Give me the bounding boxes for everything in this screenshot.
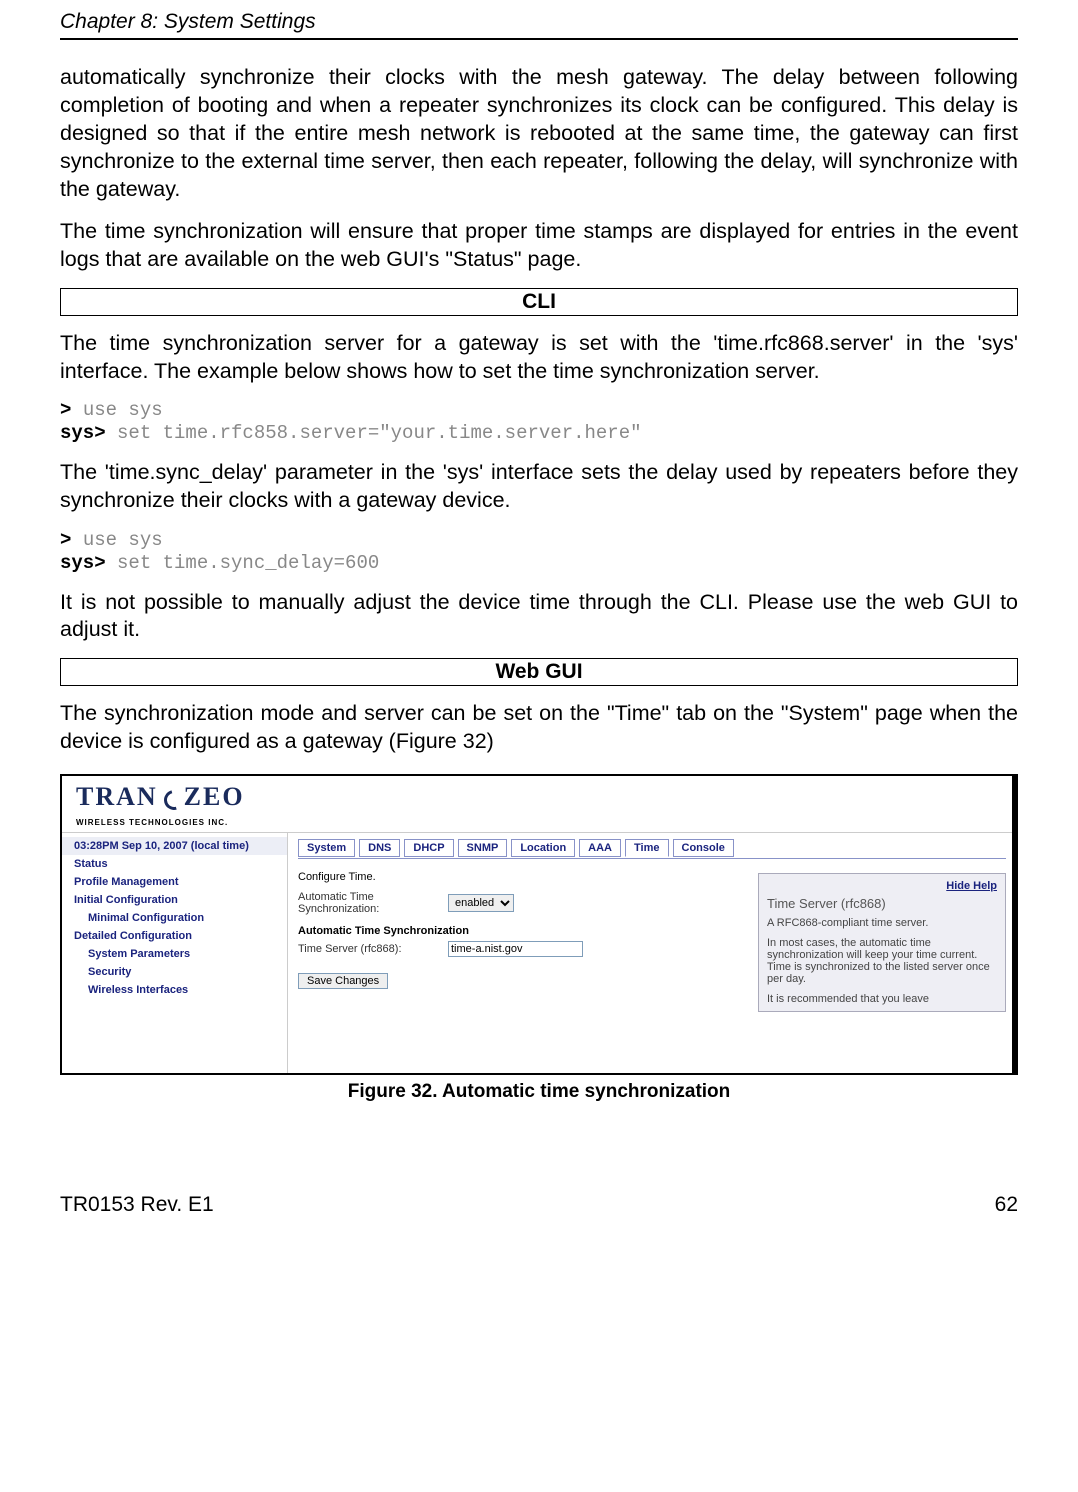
sidebar-item-profile-management[interactable]: Profile Management xyxy=(62,873,287,891)
chapter-heading: Chapter 8: System Settings xyxy=(60,10,1018,40)
sidebar-time: 03:28PM Sep 10, 2007 (local time) xyxy=(62,837,287,855)
help-line-3: It is recommended that you leave xyxy=(767,993,997,1005)
cli-block-1: > use sys sys> set time.rfc858.server="y… xyxy=(60,399,1018,445)
tab-console[interactable]: Console xyxy=(673,839,734,857)
cli-block-2: > use sys sys> set time.sync_delay=600 xyxy=(60,529,1018,575)
paragraph-2: The time synchronization will ensure tha… xyxy=(60,218,1018,274)
main-panel: System DNS DHCP SNMP Location AAA Time C… xyxy=(288,833,1016,1073)
hide-help-link[interactable]: Hide Help xyxy=(767,880,997,892)
paragraph-1: automatically synchronize their clocks w… xyxy=(60,64,1018,204)
help-panel: Hide Help Time Server (rfc868) A RFC868-… xyxy=(758,873,1006,1012)
auto-sync-label: Automatic Time Synchronization: xyxy=(298,891,448,915)
time-server-input[interactable] xyxy=(448,941,583,957)
figure-caption: Figure 32. Automatic time synchronizatio… xyxy=(60,1081,1018,1103)
logo-bar: TRANZEO WIRELESS TECHNOLOGIES INC. xyxy=(62,776,1016,833)
tab-time[interactable]: Time xyxy=(625,839,668,857)
sidebar-item-initial-configuration[interactable]: Initial Configuration xyxy=(62,891,287,909)
tab-system[interactable]: System xyxy=(298,839,355,857)
tab-dhcp[interactable]: DHCP xyxy=(404,839,453,857)
tab-dns[interactable]: DNS xyxy=(359,839,400,857)
cli-section-heading: CLI xyxy=(60,288,1018,316)
save-changes-button[interactable]: Save Changes xyxy=(298,973,388,989)
webgui-section-heading: Web GUI xyxy=(60,658,1018,686)
help-title: Time Server (rfc868) xyxy=(767,896,997,911)
sidebar-item-detailed-configuration[interactable]: Detailed Configuration xyxy=(62,927,287,945)
help-line-1: A RFC868-compliant time server. xyxy=(767,917,997,929)
logo: TRANZEO xyxy=(76,782,245,811)
paragraph-4: The 'time.sync_delay' parameter in the '… xyxy=(60,459,1018,515)
paragraph-6: The synchronization mode and server can … xyxy=(60,700,1018,756)
tab-snmp[interactable]: SNMP xyxy=(458,839,508,857)
sidebar-item-status[interactable]: Status xyxy=(62,855,287,873)
logo-swoosh-icon xyxy=(158,786,184,812)
figure-32: TRANZEO WIRELESS TECHNOLOGIES INC. 03:28… xyxy=(60,774,1018,1075)
logo-subtext: WIRELESS TECHNOLOGIES INC. xyxy=(76,818,228,827)
tab-location[interactable]: Location xyxy=(511,839,575,857)
time-server-label: Time Server (rfc868): xyxy=(298,943,448,955)
footer-doc-id: TR0153 Rev. E1 xyxy=(60,1193,214,1217)
sidebar-item-wireless-interfaces[interactable]: Wireless Interfaces xyxy=(62,981,287,999)
sidebar-item-minimal-configuration[interactable]: Minimal Configuration xyxy=(62,909,287,927)
sidebar: 03:28PM Sep 10, 2007 (local time) Status… xyxy=(62,833,288,1073)
footer-page-number: 62 xyxy=(995,1193,1018,1217)
sidebar-item-security[interactable]: Security xyxy=(62,963,287,981)
paragraph-5: It is not possible to manually adjust th… xyxy=(60,589,1018,645)
paragraph-3: The time synchronization server for a ga… xyxy=(60,330,1018,386)
sidebar-item-system-parameters[interactable]: System Parameters xyxy=(62,945,287,963)
help-line-2: In most cases, the automatic time synchr… xyxy=(767,937,997,985)
tab-bar: System DNS DHCP SNMP Location AAA Time C… xyxy=(298,839,1006,857)
tab-aaa[interactable]: AAA xyxy=(579,839,621,857)
tab-underline xyxy=(298,858,1006,859)
auto-sync-select[interactable]: enabled xyxy=(448,894,514,912)
